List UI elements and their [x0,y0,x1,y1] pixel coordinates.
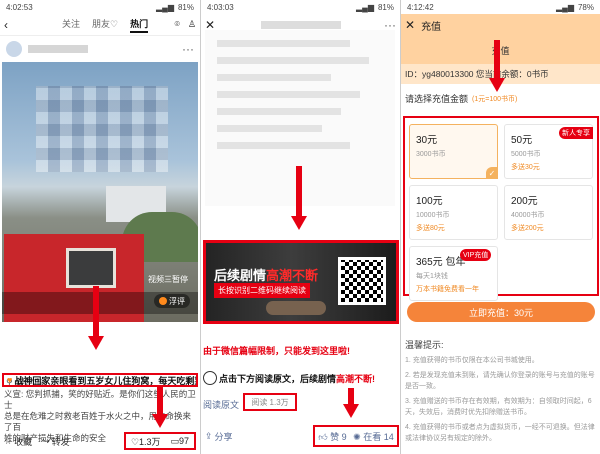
share-label: 转发 [51,436,70,447]
favorite-label: 收藏 [14,436,33,447]
share-icon: ⇪ [205,431,213,441]
tips-heading: 温馨提示: [405,340,444,350]
engagement-counts: ♡1.3万 ▭97 [124,432,196,450]
tab-friends[interactable]: 朋友♡ [92,17,118,33]
share-arrow-icon: ↪ [42,435,50,446]
tip-item: 3. 充值赠送的书币存在有效期，有效期为：自领取时间起，6天，失效后，消费时优先… [405,398,592,416]
check-icon: ✓ [486,167,498,179]
tip-item: 2. 若是发现充值未到账，请先确认你登录的账号与充值的账号是否一致。 [405,372,595,390]
close-icon[interactable]: ✕ [405,18,415,32]
author-row: ··· [0,36,200,62]
tab-hot[interactable]: 热门 [130,17,149,33]
amount-option[interactable]: 100元 10000书币 多送80元 [409,185,498,240]
feed-tabs: 关注 朋友♡ 热门 [62,17,149,33]
battery-level: 81% [177,2,194,12]
status-time: 4:02:53 [6,2,33,12]
top-nav: ‹ 关注 朋友♡ 热门 ⌾ ♙ [0,14,200,36]
status-time: 4:03:03 [207,2,234,12]
article-panel: 4:03:03 ▂▄▆ 81% ✕ ··· 后续剧情高潮不断 长按识别二维码继续… [200,0,400,454]
ad-title: 后续剧情高潮不断 [214,268,319,283]
status-bar: 4:12:42 ▂▄▆ 78% [401,0,600,14]
pay-now-button[interactable]: 立即充值：30元 [407,302,595,322]
back-arrow-icon[interactable]: ‹ [4,18,18,32]
article-title-blurred [261,21,342,29]
read-original-link[interactable]: 阅读原文 [203,398,239,411]
tip-item: 4. 充值获得的书币或者点为虚拟货币，一经不可退换。但法律或法律协议另有规定的除… [405,424,595,442]
choose-amount-label: 请选择充值金额 [405,94,469,104]
status-bar: 4:03:03 ▂▄▆ 81% [201,0,400,14]
post-photo[interactable]: 视频三暂停 浮评 [2,62,198,322]
ad-figure [266,301,326,315]
watching-icon: ✺ [353,431,361,442]
vip-badge: VIP充值 [460,249,492,261]
header-title: 充值 [421,21,442,33]
qr-code-icon[interactable] [338,257,386,305]
photo-truck-window [66,248,116,288]
amount-option[interactable]: 新人专享 50元 5000书币 多送30元 [504,124,593,179]
amount-options: 30元 3000书币 ✓ 新人专享 50元 5000书币 多送30元 100元 … [403,116,599,301]
recharge-panel: 4:12:42 ▂▄▆ 78% ✕ 充值 充值 ID：yg480013300 您… [400,0,600,454]
video-post-panel: 4:02:53 ▂▄▆ 81% ‹ 关注 朋友♡ 热门 ⌾ ♙ ··· 视频三暂… [0,0,200,454]
new-user-badge: 新人专享 [559,127,593,139]
author-name-blurred [28,45,88,53]
qr-code-ad-banner[interactable]: 后续剧情高潮不断 长按识别二维码继续阅读 [203,240,399,324]
star-icon: ☆ [4,435,13,446]
location-pin-icon[interactable]: ⌾ [175,19,180,30]
comment-button[interactable]: ▭97 [171,436,190,447]
signal-icon: ▂▄▆ [556,2,574,12]
favorite-button[interactable]: ☆ 收藏 [4,435,32,448]
like-button[interactable]: ♡1.3万 [131,435,161,448]
recharge-header: ✕ 充值 [401,14,600,36]
exchange-rate: (1元=100书币) [472,95,518,103]
watching-button[interactable]: ✺ 在看 14 [353,430,394,443]
mosaic-overlay [36,86,168,172]
radio-circle-icon [203,371,217,385]
post-title-text: 战神回家亲眼看到五岁女儿住狗窝，每天吃剩菜！ [14,375,198,386]
heart-icon: ♡ [130,436,140,447]
post-body-line: 义宣: 您判抓捕，笑的好贴近。是你们这些人民的卫士 [4,389,196,410]
share-button[interactable]: ⇪ 分享 [205,430,233,443]
ad-subtitle: 长按识别二维码继续阅读 [214,283,310,298]
like-count: 1.3万 [139,436,161,447]
thumbs-up-icon: 👍︎ [318,431,328,442]
more-options-icon[interactable]: ··· [182,42,194,56]
share-button[interactable]: ↪ 转发 [42,435,70,448]
amount-option[interactable]: 30元 3000书币 ✓ [409,124,498,179]
user-icon[interactable]: ♙ [188,19,196,30]
amount-option[interactable]: 200元 40000书币 多送200元 [504,185,593,240]
float-comment-button[interactable]: 浮评 [154,294,190,308]
signal-icon: ▂▄▆ [356,2,374,12]
tab-follow[interactable]: 关注 [62,17,80,33]
comment-icon: ▭ [170,435,180,446]
battery-level: 78% [577,2,594,12]
video-tag: 视频三暂停 [148,275,188,284]
length-limit-notice: 由于微信篇幅限制，只能发到这里啦! [203,346,350,356]
signal-icon: ▂▄▆ [156,2,174,12]
fire-icon: ♥ [7,375,13,385]
like-button[interactable]: 👍︎ 赞 9 [318,430,346,443]
recharge-tips: 温馨提示: 1. 充值获得的书币仅限在本公司书城使用。 2. 若是发现充值未到账… [405,338,599,448]
battery-level: 81% [377,2,394,12]
post-title[interactable]: ♥ 战神回家亲眼看到五岁女儿住狗窝，每天吃剩菜！ [2,373,198,387]
read-count: 阅读 1.3万 [243,393,297,411]
tip-item: 1. 充值获得的书币仅限在本公司书城使用。 [405,357,539,364]
float-comment-label: 浮评 [169,296,185,306]
float-comment-icon [159,297,167,305]
status-time: 4:12:42 [407,2,434,12]
avatar[interactable] [6,41,22,57]
comment-count: 97 [179,435,190,446]
status-bar: 4:02:53 ▂▄▆ 81% [0,0,200,14]
read-more-cta: 点击下方阅读原文，后续剧情 高潮不断! [203,369,399,387]
amount-option[interactable]: VIP充值 365元 包年 每天1块钱 万本书籍免费看一年 [409,246,498,301]
page-title: 充值 [401,36,600,64]
like-watch-bar: 👍︎ 赞 9 ✺ 在看 14 [313,425,399,447]
